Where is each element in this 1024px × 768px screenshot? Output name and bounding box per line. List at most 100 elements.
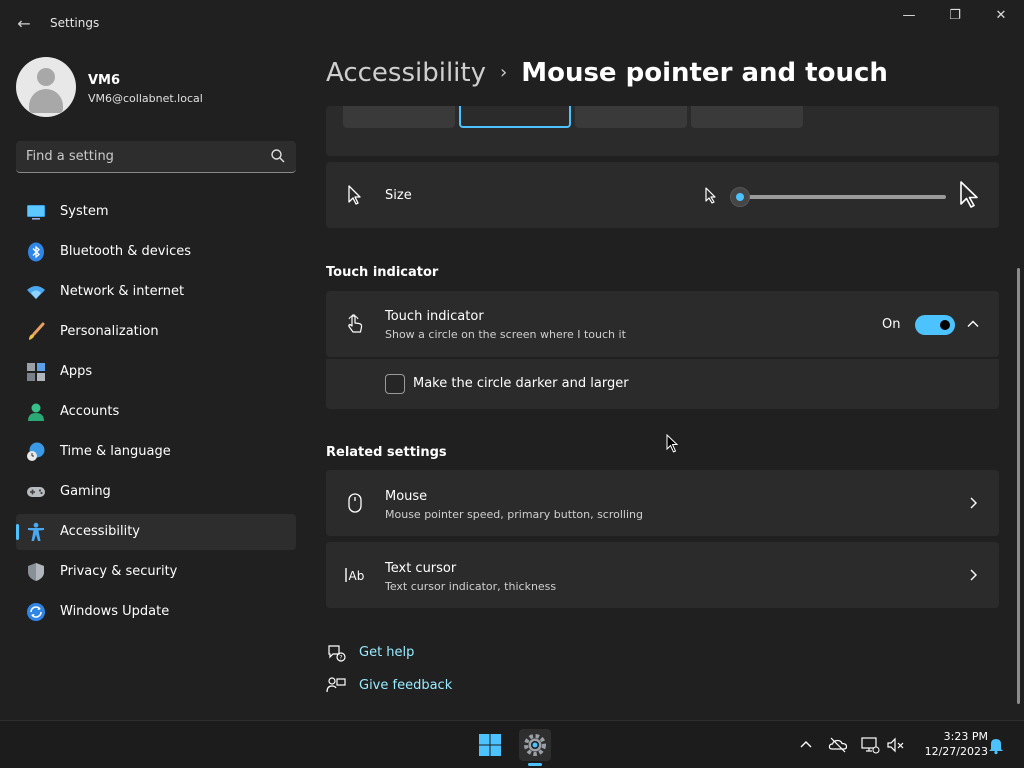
get-help-link[interactable]: ? Get help — [326, 641, 626, 665]
start-windows-icon[interactable] — [474, 729, 506, 761]
brush-icon — [29, 322, 45, 340]
search-box[interactable] — [16, 141, 296, 173]
get-help-label[interactable]: Get help — [359, 645, 414, 660]
user-name: VM6 — [88, 73, 121, 88]
user-profile[interactable]: VM6 VM6@collabnet.local — [16, 57, 306, 117]
close-button[interactable]: ✕ — [978, 4, 1024, 28]
darker-circle-checkbox[interactable] — [385, 374, 405, 394]
sidebar-item-bluetooth[interactable]: Bluetooth & devices — [16, 234, 296, 270]
sidebar-item-label: Accessibility — [60, 524, 140, 539]
touch-indicator-card[interactable]: Touch indicator Show a circle on the scr… — [326, 291, 999, 357]
onedrive-offline-icon[interactable] — [828, 735, 848, 755]
app-title: Settings — [50, 16, 100, 30]
give-feedback-label[interactable]: Give feedback — [359, 678, 452, 693]
network-icon[interactable] — [860, 735, 880, 755]
pointer-style-black[interactable] — [459, 106, 571, 128]
sidebar-item-system[interactable]: System — [16, 194, 296, 230]
chevron-up-icon[interactable] — [796, 735, 816, 755]
sidebar-item-label: Bluetooth & devices — [60, 244, 191, 259]
sidebar-item-label: Windows Update — [60, 604, 170, 619]
sidebar-item-time-language[interactable]: Time & language — [16, 434, 296, 470]
chevron-right-icon — [970, 497, 977, 509]
avatar — [16, 57, 76, 117]
minimize-button[interactable]: — — [886, 4, 932, 28]
related-settings-heading: Related settings — [326, 445, 447, 460]
mouse-cursor-icon — [666, 434, 679, 453]
active-app-indicator — [528, 763, 542, 766]
user-email: VM6@collabnet.local — [88, 92, 203, 105]
pointer-icon — [348, 185, 361, 205]
help-chat-icon: ? — [328, 645, 346, 662]
sidebar-item-windows-update[interactable]: Windows Update — [16, 594, 296, 630]
sidebar-item-privacy[interactable]: Privacy & security — [16, 554, 296, 590]
sidebar-nav: System Bluetooth & devices Network & int… — [16, 194, 296, 634]
toggle-state-label: On — [882, 317, 901, 332]
darker-circle-label: Make the circle darker and larger — [413, 376, 629, 391]
touch-indicator-description: Show a circle on the screen where I touc… — [385, 328, 626, 341]
clock-time: 3:23 PM — [943, 730, 988, 743]
shield-icon — [28, 563, 44, 581]
sidebar-item-label: Personalization — [60, 324, 159, 339]
settings-gear-icon — [524, 734, 546, 756]
touch-indicator-toggle[interactable] — [915, 315, 955, 335]
give-feedback-link[interactable]: Give feedback — [326, 674, 626, 698]
chevron-right-icon — [970, 569, 977, 581]
sidebar-item-label: Accounts — [60, 404, 120, 419]
sidebar-item-apps[interactable]: Apps — [16, 354, 296, 390]
touch-indicator-title: Touch indicator — [385, 309, 484, 324]
scrollbar-thumb[interactable] — [1017, 268, 1020, 704]
sidebar-item-gaming[interactable]: Gaming — [16, 474, 296, 510]
update-icon — [27, 603, 45, 621]
pointer-style-inverted[interactable] — [575, 106, 687, 128]
svg-text:?: ? — [339, 655, 342, 662]
search-input[interactable] — [16, 141, 266, 172]
touch-indicator-heading: Touch indicator — [326, 265, 439, 280]
maximize-button[interactable]: ❐ — [932, 4, 978, 28]
settings-content: Size Touch indicator Touch indicator Sho… — [326, 106, 1000, 718]
taskbar-clock[interactable]: 3:23 PM 12/27/2023 — [912, 729, 988, 759]
back-arrow-icon[interactable]: ← — [12, 12, 36, 36]
pointer-style-white[interactable] — [343, 106, 455, 128]
darker-circle-card: Make the circle darker and larger — [326, 359, 999, 409]
sidebar-item-accounts[interactable]: Accounts — [16, 394, 296, 430]
sidebar-item-network[interactable]: Network & internet — [16, 274, 296, 310]
person-icon — [28, 403, 44, 421]
mouse-icon — [348, 493, 362, 513]
notification-bell-icon[interactable] — [986, 735, 1006, 755]
text-cursor-description: Text cursor indicator, thickness — [385, 580, 557, 593]
sidebar-item-label: System — [60, 204, 109, 219]
sidebar-item-accessibility[interactable]: Accessibility — [16, 514, 296, 550]
sidebar-item-label: Apps — [60, 364, 93, 379]
taskbar-settings-button[interactable] — [519, 729, 551, 761]
chevron-right-icon: › — [500, 62, 508, 83]
pointer-style-custom[interactable] — [691, 106, 803, 128]
svg-text:Ab: Ab — [349, 569, 365, 583]
sidebar-item-label: Gaming — [60, 484, 111, 499]
size-card: Size — [326, 162, 999, 228]
text-cursor-card[interactable]: Ab Text cursor Text cursor indicator, th… — [326, 542, 999, 608]
mouse-settings-card[interactable]: Mouse Mouse pointer speed, primary butto… — [326, 470, 999, 536]
gamepad-icon — [27, 487, 45, 497]
globe-clock-icon — [27, 442, 45, 461]
search-icon[interactable] — [270, 148, 286, 164]
wifi-icon — [27, 286, 45, 299]
mouse-title: Mouse — [385, 489, 428, 504]
chevron-up-icon[interactable] — [967, 318, 979, 330]
text-cursor-icon: Ab — [345, 568, 365, 583]
mouse-description: Mouse pointer speed, primary button, scr… — [385, 508, 643, 521]
breadcrumb-parent[interactable]: Accessibility — [326, 58, 486, 88]
pointer-style-card — [326, 106, 999, 156]
sidebar-item-label: Privacy & security — [60, 564, 178, 579]
size-slider-track[interactable] — [736, 195, 946, 199]
text-cursor-title: Text cursor — [385, 561, 457, 576]
sidebar-item-label: Network & internet — [60, 284, 185, 299]
volume-muted-icon[interactable] — [886, 735, 906, 755]
taskbar: 3:23 PM 12/27/2023 — [0, 720, 1024, 768]
page-title: Mouse pointer and touch — [521, 58, 888, 88]
size-label: Size — [385, 188, 412, 203]
sidebar-item-personalization[interactable]: Personalization — [16, 314, 296, 350]
touch-icon — [348, 314, 363, 333]
size-slider-thumb[interactable] — [730, 187, 751, 207]
breadcrumb: Accessibility › Mouse pointer and touch — [326, 58, 888, 88]
small-pointer-icon — [705, 187, 716, 204]
